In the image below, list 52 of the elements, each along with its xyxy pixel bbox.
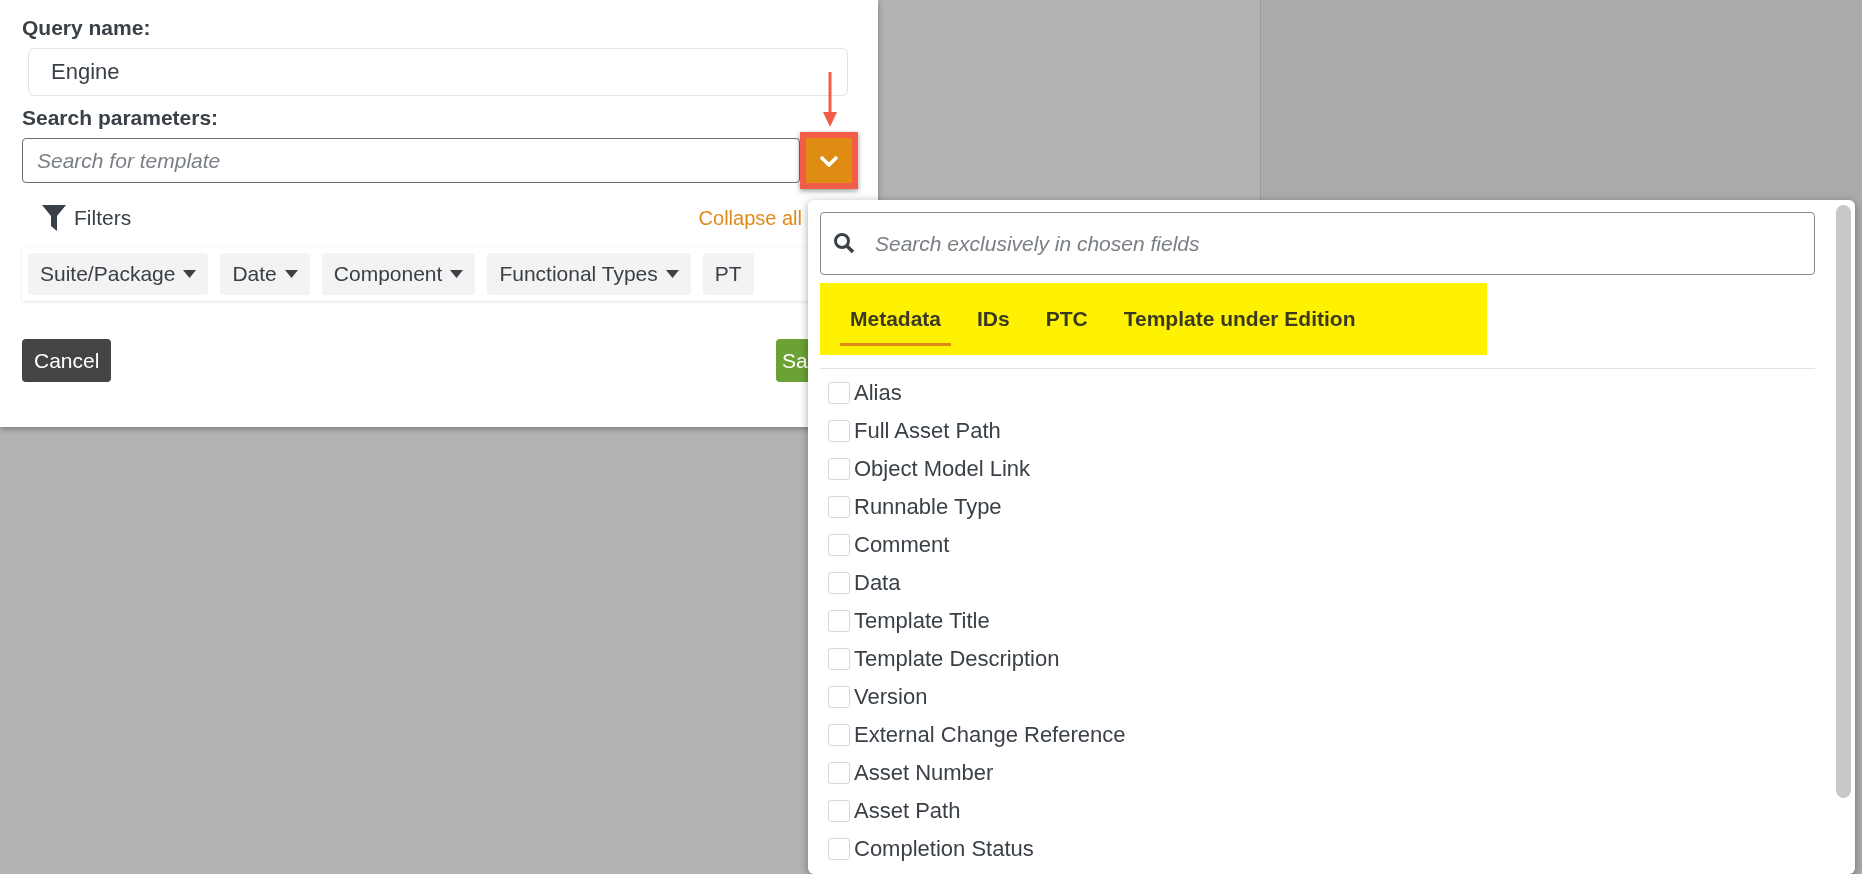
caret-icon bbox=[183, 270, 197, 278]
filter-dropdown[interactable]: Date bbox=[220, 253, 310, 295]
filter-icon bbox=[42, 205, 66, 231]
filter-dropdown[interactable]: Suite/Package bbox=[28, 253, 209, 295]
tab[interactable]: Metadata bbox=[840, 292, 952, 346]
field-label: Search parameters: bbox=[22, 106, 220, 130]
field-option-label: Comment bbox=[854, 532, 950, 558]
checkbox[interactable] bbox=[828, 800, 850, 822]
checkbox[interactable] bbox=[828, 496, 850, 518]
field-option-label: Object Model Link bbox=[854, 456, 1031, 482]
field-label: Query name: bbox=[22, 16, 152, 40]
checkbox[interactable] bbox=[828, 382, 850, 404]
tab[interactable]: PTC bbox=[1035, 292, 1098, 346]
arrow-icon bbox=[822, 72, 838, 128]
cancel-button[interactable]: Cancel bbox=[22, 339, 112, 382]
checkbox[interactable] bbox=[828, 838, 850, 860]
field-option-label: Version bbox=[854, 684, 928, 710]
checkbox[interactable] bbox=[828, 648, 850, 670]
checkbox[interactable] bbox=[828, 762, 850, 784]
caret-icon bbox=[450, 270, 464, 278]
dropdown-toggle-button[interactable] bbox=[800, 132, 858, 189]
checkbox[interactable] bbox=[828, 420, 850, 442]
search-icon bbox=[833, 232, 855, 254]
checkbox[interactable] bbox=[828, 686, 850, 708]
field-option-label: Template Title bbox=[854, 608, 990, 634]
tab[interactable]: Template under Edition bbox=[1113, 292, 1366, 346]
checkbox[interactable] bbox=[828, 572, 850, 594]
field-option-label: Asset Number bbox=[854, 760, 994, 786]
caret-icon bbox=[665, 270, 679, 278]
field-option-label: Completion Status bbox=[854, 836, 1034, 862]
field-option-label: Full Asset Path bbox=[854, 418, 1001, 444]
caret-icon bbox=[284, 270, 298, 278]
chevron-down-icon bbox=[819, 154, 839, 167]
filter-dropdown[interactable]: Component bbox=[321, 253, 476, 295]
field-option-label: Template Description bbox=[854, 646, 1060, 672]
filters-label[interactable]: Filters bbox=[74, 206, 132, 230]
field-option-label: External Change Reference bbox=[854, 722, 1126, 748]
tab[interactable]: IDs bbox=[967, 292, 1020, 346]
checkbox[interactable] bbox=[828, 724, 850, 746]
template-search-field[interactable]: Search for template bbox=[22, 138, 800, 183]
field-option-label: Asset Path bbox=[854, 798, 961, 824]
query-name-field[interactable]: Engine bbox=[28, 48, 848, 96]
checkbox[interactable] bbox=[828, 534, 850, 556]
scrollbar[interactable] bbox=[1836, 205, 1851, 798]
checkbox[interactable] bbox=[828, 458, 850, 480]
field-option-label: Alias bbox=[854, 380, 902, 406]
field-option-label: Runnable Type bbox=[854, 494, 1002, 520]
field-search-field[interactable]: Search exclusively in chosen fields bbox=[820, 212, 1815, 275]
filter-dropdown[interactable]: Functional Types bbox=[487, 253, 691, 295]
field-option-label: Data bbox=[854, 570, 901, 596]
checkbox[interactable] bbox=[828, 610, 850, 632]
filter-dropdown[interactable]: PT bbox=[702, 253, 754, 295]
